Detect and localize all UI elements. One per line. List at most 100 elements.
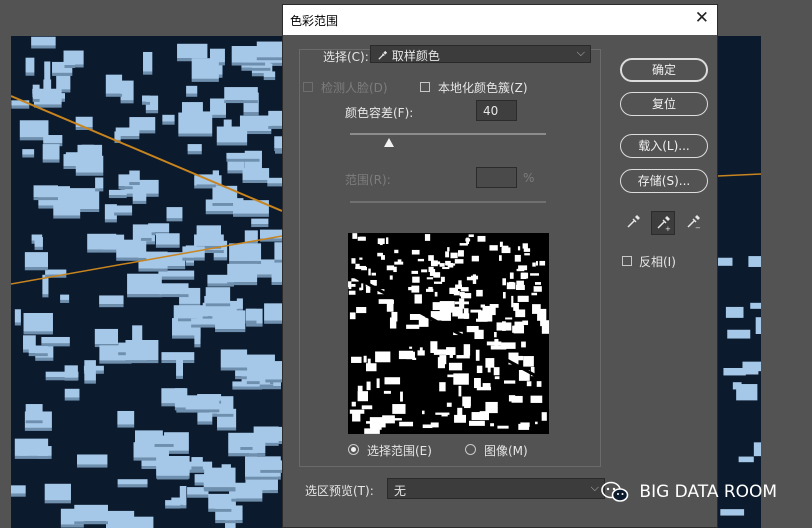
mask-block bbox=[422, 424, 433, 429]
mask-block bbox=[541, 324, 549, 334]
select-value: 取样颜色 bbox=[377, 47, 440, 64]
mask-block bbox=[363, 355, 367, 363]
mask-block bbox=[389, 275, 393, 280]
mask-block bbox=[406, 324, 420, 329]
selection-preview-image bbox=[348, 233, 549, 434]
mask-block bbox=[530, 395, 543, 403]
mask-block bbox=[468, 234, 474, 238]
mask-block bbox=[539, 260, 546, 266]
building-block bbox=[205, 287, 231, 307]
building-block bbox=[24, 252, 49, 271]
building-block bbox=[725, 306, 744, 318]
mask-block bbox=[439, 382, 446, 392]
load-button[interactable]: 载入(L)... bbox=[620, 134, 708, 158]
mask-block bbox=[377, 252, 383, 257]
mask-block bbox=[504, 380, 516, 384]
eyedropper-icon[interactable] bbox=[621, 211, 645, 235]
eyedropper-plus-icon[interactable]: + bbox=[651, 211, 675, 235]
mask-block bbox=[397, 259, 402, 265]
mask-block bbox=[428, 255, 434, 261]
mask-block bbox=[489, 304, 499, 308]
mask-block bbox=[490, 345, 507, 350]
mask-block bbox=[533, 286, 542, 292]
invert-checkbox[interactable] bbox=[622, 256, 632, 266]
building-block bbox=[226, 152, 260, 162]
eyedropper-minus-icon[interactable]: − bbox=[681, 211, 705, 235]
mask-block bbox=[368, 268, 371, 276]
mask-block bbox=[497, 425, 509, 429]
mask-block bbox=[518, 355, 524, 361]
building-block bbox=[120, 80, 134, 104]
mask-block bbox=[499, 255, 502, 261]
range-input[interactable] bbox=[476, 167, 517, 188]
mask-block bbox=[511, 295, 514, 308]
mask-block bbox=[474, 329, 484, 340]
mask-block bbox=[523, 356, 534, 367]
ok-button[interactable]: 确定 bbox=[620, 58, 708, 82]
mask-block bbox=[394, 249, 399, 254]
building-block bbox=[133, 516, 154, 528]
close-icon[interactable]: ✕ bbox=[695, 8, 709, 28]
background-city-image-right bbox=[718, 36, 761, 528]
mask-block bbox=[449, 355, 453, 358]
mask-block bbox=[441, 414, 448, 417]
building-block bbox=[28, 346, 48, 357]
reset-button[interactable]: 复位 bbox=[620, 92, 708, 116]
mask-block bbox=[487, 361, 491, 373]
mask-block bbox=[430, 341, 438, 353]
save-button[interactable]: 存储(S)... bbox=[620, 169, 708, 193]
range-slider-track[interactable] bbox=[350, 201, 546, 203]
fuzziness-input[interactable]: 40 bbox=[476, 100, 517, 121]
mask-block bbox=[376, 378, 380, 389]
mask-block bbox=[348, 290, 356, 295]
mask-block bbox=[412, 276, 420, 283]
localized-clusters-checkbox[interactable] bbox=[420, 82, 430, 92]
mask-block bbox=[414, 294, 422, 304]
mask-block bbox=[351, 356, 362, 363]
mask-block bbox=[383, 390, 391, 394]
chevron-down-icon: ⌵ bbox=[590, 481, 599, 494]
building-block bbox=[738, 456, 754, 463]
watermark-text: BIG DATA ROOM bbox=[639, 482, 778, 502]
detect-faces-label: 检测人脸(D) bbox=[321, 81, 388, 95]
building-block bbox=[251, 218, 269, 228]
mask-block bbox=[428, 266, 434, 273]
mask-block bbox=[366, 421, 382, 424]
building-block bbox=[95, 177, 104, 192]
fuzziness-slider-track[interactable] bbox=[350, 133, 546, 135]
building-block bbox=[196, 225, 222, 249]
select-dropdown[interactable]: 取样颜色 ⌵ bbox=[370, 45, 591, 63]
mask-block bbox=[511, 395, 523, 403]
fuzziness-slider-thumb[interactable] bbox=[384, 138, 395, 147]
mask-block bbox=[352, 233, 358, 239]
building-block bbox=[755, 317, 761, 334]
mask-block bbox=[512, 325, 517, 333]
building-block bbox=[34, 237, 43, 250]
dialog-titlebar: 色彩范围 ✕ bbox=[283, 5, 717, 35]
image-radio[interactable] bbox=[465, 444, 476, 455]
detect-faces-checkbox[interactable] bbox=[303, 82, 313, 92]
selection-preview-dropdown[interactable]: 无 ⌵ bbox=[387, 478, 605, 499]
building-block bbox=[165, 500, 181, 509]
building-block bbox=[188, 398, 220, 413]
localized-clusters-label: 本地化颜色簇(Z) bbox=[438, 81, 528, 95]
building-block bbox=[162, 114, 175, 125]
building-block bbox=[77, 454, 108, 468]
building-block bbox=[753, 442, 761, 457]
mask-block bbox=[463, 344, 471, 356]
building-block bbox=[191, 58, 219, 82]
building-block bbox=[108, 189, 127, 199]
mask-block bbox=[375, 351, 391, 363]
selection-radio[interactable] bbox=[348, 444, 359, 455]
mask-block bbox=[517, 295, 529, 302]
building-block bbox=[274, 136, 282, 152]
mask-block bbox=[489, 245, 498, 251]
building-block bbox=[197, 412, 213, 425]
mask-block bbox=[433, 281, 443, 284]
mask-block bbox=[463, 308, 469, 319]
building-block bbox=[60, 294, 70, 303]
mask-block bbox=[536, 381, 542, 387]
mask-block bbox=[509, 272, 514, 279]
mask-block bbox=[524, 253, 530, 256]
mask-block bbox=[450, 252, 458, 259]
